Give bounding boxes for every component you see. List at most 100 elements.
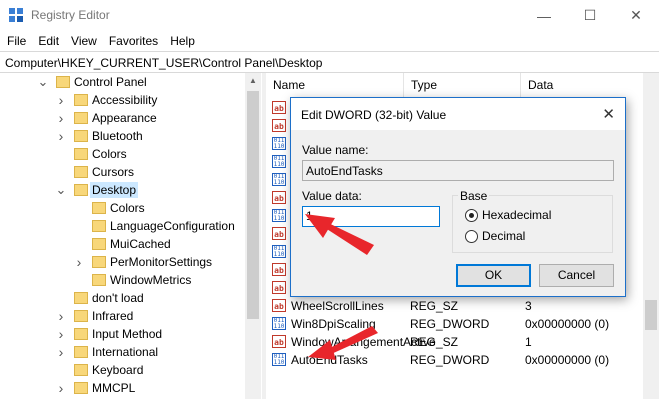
column-name-header[interactable]: Name (266, 73, 404, 97)
tree-item[interactable]: Keyboard (0, 361, 245, 379)
tree-item[interactable]: MuiCached (0, 235, 245, 253)
dword-value-icon: 011 110 (272, 173, 286, 186)
scroll-up-arrow-icon[interactable]: ▲ (245, 73, 261, 89)
tree-item[interactable]: Colors (0, 145, 245, 163)
tree-item-label: Appearance (92, 111, 157, 125)
folder-icon (74, 112, 88, 124)
tree-item[interactable]: Colors (0, 199, 245, 217)
folder-icon (74, 382, 88, 394)
folder-icon (74, 310, 88, 322)
dword-value-icon: 011 110 (272, 209, 286, 222)
cancel-button[interactable]: Cancel (539, 264, 614, 287)
tree-item[interactable]: › Appearance (0, 109, 245, 127)
tree-item[interactable]: ⌄ Control Panel (0, 73, 245, 91)
dword-value-icon: 011 110 (272, 137, 286, 150)
dialog-close-icon[interactable]: ✕ (602, 105, 615, 123)
tree-item-label: don't load (92, 291, 144, 305)
values-scrollbar-thumb[interactable] (645, 300, 657, 330)
registry-editor-icon (9, 8, 24, 23)
menu-file[interactable]: File (2, 34, 31, 48)
folder-icon (74, 94, 88, 106)
decimal-radio[interactable]: Decimal (465, 229, 525, 243)
column-type-header[interactable]: Type (404, 73, 521, 97)
value-name-label: Value name: (302, 143, 369, 157)
chevron-right-icon[interactable]: › (56, 91, 66, 109)
dword-value-icon: 011 110 (272, 245, 286, 258)
tree-scrollbar-thumb[interactable] (247, 91, 259, 319)
tree-item[interactable]: › MMCPL (0, 379, 245, 397)
tree-item-label: Accessibility (92, 93, 158, 107)
chevron-down-icon[interactable]: ⌄ (38, 73, 49, 91)
menu-help[interactable]: Help (165, 34, 200, 48)
list-cell-data: 3 (525, 299, 532, 313)
tree-item[interactable]: don't load (0, 289, 245, 307)
list-cell-data: 1 (525, 335, 532, 349)
registry-tree: ⌄ Control Panel › Accessibility › Appearance ›… (0, 73, 261, 399)
tree-scrollbar[interactable]: ▲ (245, 73, 261, 399)
tree-item-label: PerMonitorSettings (110, 255, 213, 269)
string-value-icon: ab (272, 227, 286, 240)
tree-item[interactable]: › Infrared (0, 307, 245, 325)
chevron-right-icon[interactable]: › (56, 379, 66, 397)
tree-item[interactable]: › Bluetooth (0, 127, 245, 145)
string-value-icon: ab (272, 281, 286, 294)
chevron-right-icon[interactable]: › (56, 343, 66, 361)
ok-button[interactable]: OK (456, 264, 531, 287)
address-bar[interactable]: Computer\HKEY_CURRENT_USER\Control Panel… (0, 51, 659, 73)
string-value-icon: ab (272, 263, 286, 276)
tree-item-label: Colors (110, 201, 145, 215)
list-item[interactable]: ab WheelScrollLines REG_SZ 3 (266, 297, 659, 315)
base-label: Base (458, 189, 490, 203)
list-item[interactable]: 011 110 Win8DpiScaling REG_DWORD 0x00000000… (266, 315, 659, 333)
tree-item[interactable]: › Accessibility (0, 91, 245, 109)
string-value-icon: ab (272, 335, 286, 348)
list-item[interactable]: 011 110 AutoEndTasks REG_DWORD 0x00000000 (… (266, 351, 659, 369)
string-value-icon: ab (272, 299, 286, 312)
values-scrollbar[interactable] (643, 73, 659, 399)
list-cell-name: AutoEndTasks (291, 353, 368, 367)
chevron-right-icon[interactable]: › (56, 307, 66, 325)
folder-icon (74, 184, 88, 196)
list-item[interactable]: ab WindowArrangementActive REG_SZ 1 (266, 333, 659, 351)
list-cell-type: REG_SZ (410, 335, 459, 349)
tree-item[interactable]: › International (0, 343, 245, 361)
menu-view[interactable]: View (66, 34, 102, 48)
menu-edit[interactable]: Edit (33, 34, 64, 48)
menu-favorites[interactable]: Favorites (104, 34, 163, 48)
menu-bar: File Edit View Favorites Help (0, 31, 659, 51)
list-cell-name: WheelScrollLines (291, 299, 384, 313)
list-cell-type: REG_SZ (410, 299, 459, 313)
maximize-button[interactable]: ☐ (567, 0, 613, 31)
column-data-header[interactable]: Data (521, 73, 659, 97)
tree-item-label: Bluetooth (92, 129, 143, 143)
value-data-label: Value data: (302, 189, 362, 203)
folder-icon (92, 274, 106, 286)
tree-item[interactable]: Cursors (0, 163, 245, 181)
tree-item-label: LanguageConfiguration (110, 219, 235, 233)
tree-item[interactable]: ⌄ Desktop (0, 181, 245, 199)
close-button[interactable]: ✕ (613, 0, 659, 31)
tree-item[interactable]: LanguageConfiguration (0, 217, 245, 235)
radio-unchecked-icon (465, 229, 478, 243)
chevron-right-icon[interactable]: › (56, 127, 66, 145)
hexadecimal-radio[interactable]: Hexadecimal (465, 208, 551, 222)
chevron-right-icon[interactable]: › (56, 109, 66, 127)
chevron-right-icon[interactable]: › (56, 325, 66, 343)
string-value-icon: ab (272, 191, 286, 204)
chevron-right-icon[interactable]: › (74, 253, 84, 271)
tree-item[interactable]: › Input Method (0, 325, 245, 343)
folder-icon (74, 364, 88, 376)
chevron-down-icon[interactable]: ⌄ (56, 181, 67, 199)
value-data-input[interactable]: 1 (302, 206, 440, 227)
list-cell-type: REG_DWORD (410, 353, 490, 367)
tree-item[interactable]: › PerMonitorSettings (0, 253, 245, 271)
dword-value-icon: 011 110 (272, 317, 286, 330)
tree-item-label: Desktop (90, 182, 139, 198)
tree-item-label: Input Method (92, 327, 163, 341)
decimal-label: Decimal (482, 229, 526, 243)
tree-item[interactable]: WindowMetrics (0, 271, 245, 289)
folder-icon (74, 346, 88, 358)
tree-item-label: Keyboard (92, 363, 144, 377)
minimize-button[interactable]: — (521, 0, 567, 31)
tree-item-label: Colors (92, 147, 127, 161)
